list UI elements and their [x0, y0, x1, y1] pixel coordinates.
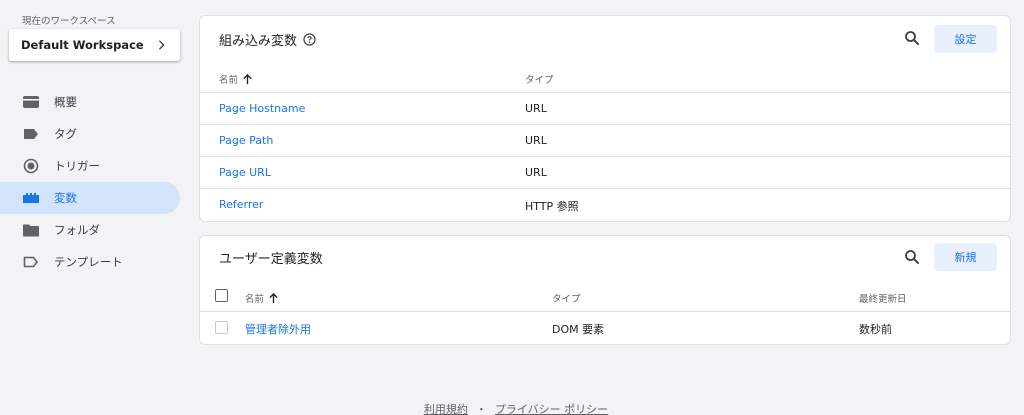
- sidebar-item-tags[interactable]: タグ: [0, 118, 180, 150]
- sidebar-item-folders[interactable]: フォルダ: [0, 214, 180, 246]
- column-updated-label: 最終更新日: [859, 294, 907, 305]
- builtin-variables-title-row: 組み込み変数: [219, 30, 316, 49]
- sort-arrow-up-icon: [269, 292, 278, 303]
- table-row: 管理者除外用 DOM 要素 数秒前: [200, 312, 1010, 344]
- footer-separator: ・: [475, 403, 487, 415]
- column-name-label: 名前: [245, 294, 265, 305]
- new-variable-button[interactable]: 新規: [934, 243, 997, 271]
- user-defined-variables-card: ユーザー定義変数 新規 名前 タイプ 最終更新日 管理者除外用 DOM 要素 数…: [199, 235, 1011, 345]
- sidebar-item-label: テンプレート: [54, 255, 123, 269]
- sidebar-item-label: 変数: [54, 191, 77, 205]
- variable-name-link[interactable]: Page Path: [219, 134, 273, 147]
- sidebar-item-label: フォルダ: [54, 223, 100, 237]
- variable-name-link[interactable]: Page Hostname: [219, 102, 305, 115]
- variables-icon: [23, 190, 39, 206]
- column-name-label: 名前: [219, 75, 239, 86]
- column-type-label: タイプ: [525, 75, 554, 86]
- search-icon[interactable]: [903, 29, 921, 47]
- sidebar-item-variables[interactable]: 変数: [0, 182, 180, 214]
- chevron-right-icon: [159, 40, 165, 50]
- template-icon: [23, 254, 39, 270]
- select-all-checkbox[interactable]: [215, 289, 228, 302]
- workspace-selector[interactable]: Default Workspace: [9, 29, 180, 61]
- folder-icon: [23, 222, 39, 238]
- sidebar-item-label: 概要: [54, 95, 77, 109]
- sidebar: 現在のワークスペース Default Workspace 概要 タグ トリガー: [0, 0, 188, 415]
- table-row: Page Path URL: [200, 125, 1010, 157]
- variable-type: HTTP 参照: [525, 200, 579, 213]
- variable-name-link[interactable]: 管理者除外用: [245, 321, 311, 337]
- sidebar-nav: 概要 タグ トリガー 変数 フォルダ テンプレート: [0, 86, 180, 278]
- overview-icon: [23, 94, 39, 110]
- workspace-caption: 現在のワークスペース: [22, 16, 116, 27]
- variable-name-link[interactable]: Page URL: [219, 166, 271, 179]
- tag-icon: [23, 126, 39, 142]
- column-header-name[interactable]: 名前: [219, 72, 253, 86]
- column-header-type: タイプ: [552, 291, 581, 305]
- variable-type: URL: [525, 166, 547, 179]
- sidebar-item-overview[interactable]: 概要: [0, 86, 180, 118]
- trigger-icon: [23, 158, 39, 174]
- table-row: Referrer HTTP 参照: [200, 189, 1010, 221]
- column-header-type: タイプ: [525, 72, 554, 86]
- variable-last-updated: 数秒前: [859, 323, 892, 336]
- terms-link[interactable]: 利用規約: [424, 403, 468, 415]
- variable-type: URL: [525, 134, 547, 147]
- column-type-label: タイプ: [552, 294, 581, 305]
- row-checkbox[interactable]: [215, 321, 228, 334]
- sidebar-item-templates[interactable]: テンプレート: [0, 246, 180, 278]
- user-table-header: 名前 タイプ 最終更新日: [200, 280, 1010, 312]
- workspace-name: Default Workspace: [21, 38, 144, 52]
- help-icon[interactable]: [303, 33, 316, 46]
- sidebar-item-label: タグ: [54, 127, 77, 141]
- configure-button[interactable]: 設定: [934, 25, 997, 53]
- table-row: Page URL URL: [200, 157, 1010, 189]
- column-header-last-updated: 最終更新日: [859, 291, 907, 305]
- variable-name-link[interactable]: Referrer: [219, 198, 263, 211]
- sort-arrow-up-icon: [243, 73, 252, 84]
- variable-type: DOM 要素: [552, 323, 605, 336]
- footer: 利用規約・プライバシー ポリシー: [0, 401, 1024, 415]
- variable-type: URL: [525, 102, 547, 115]
- column-header-name[interactable]: 名前: [245, 291, 279, 305]
- search-icon[interactable]: [903, 248, 921, 266]
- privacy-link[interactable]: プライバシー ポリシー: [495, 403, 608, 415]
- user-defined-variables-title: ユーザー定義変数: [219, 252, 323, 267]
- sidebar-item-label: トリガー: [54, 159, 100, 173]
- builtin-variables-title: 組み込み変数: [219, 34, 298, 49]
- sidebar-item-triggers[interactable]: トリガー: [0, 150, 180, 182]
- builtin-variables-card: 組み込み変数 設定 名前 タイプ Page Hostname URL Page …: [199, 15, 1011, 222]
- builtin-table-header: 名前 タイプ: [200, 61, 1010, 93]
- table-row: Page Hostname URL: [200, 93, 1010, 125]
